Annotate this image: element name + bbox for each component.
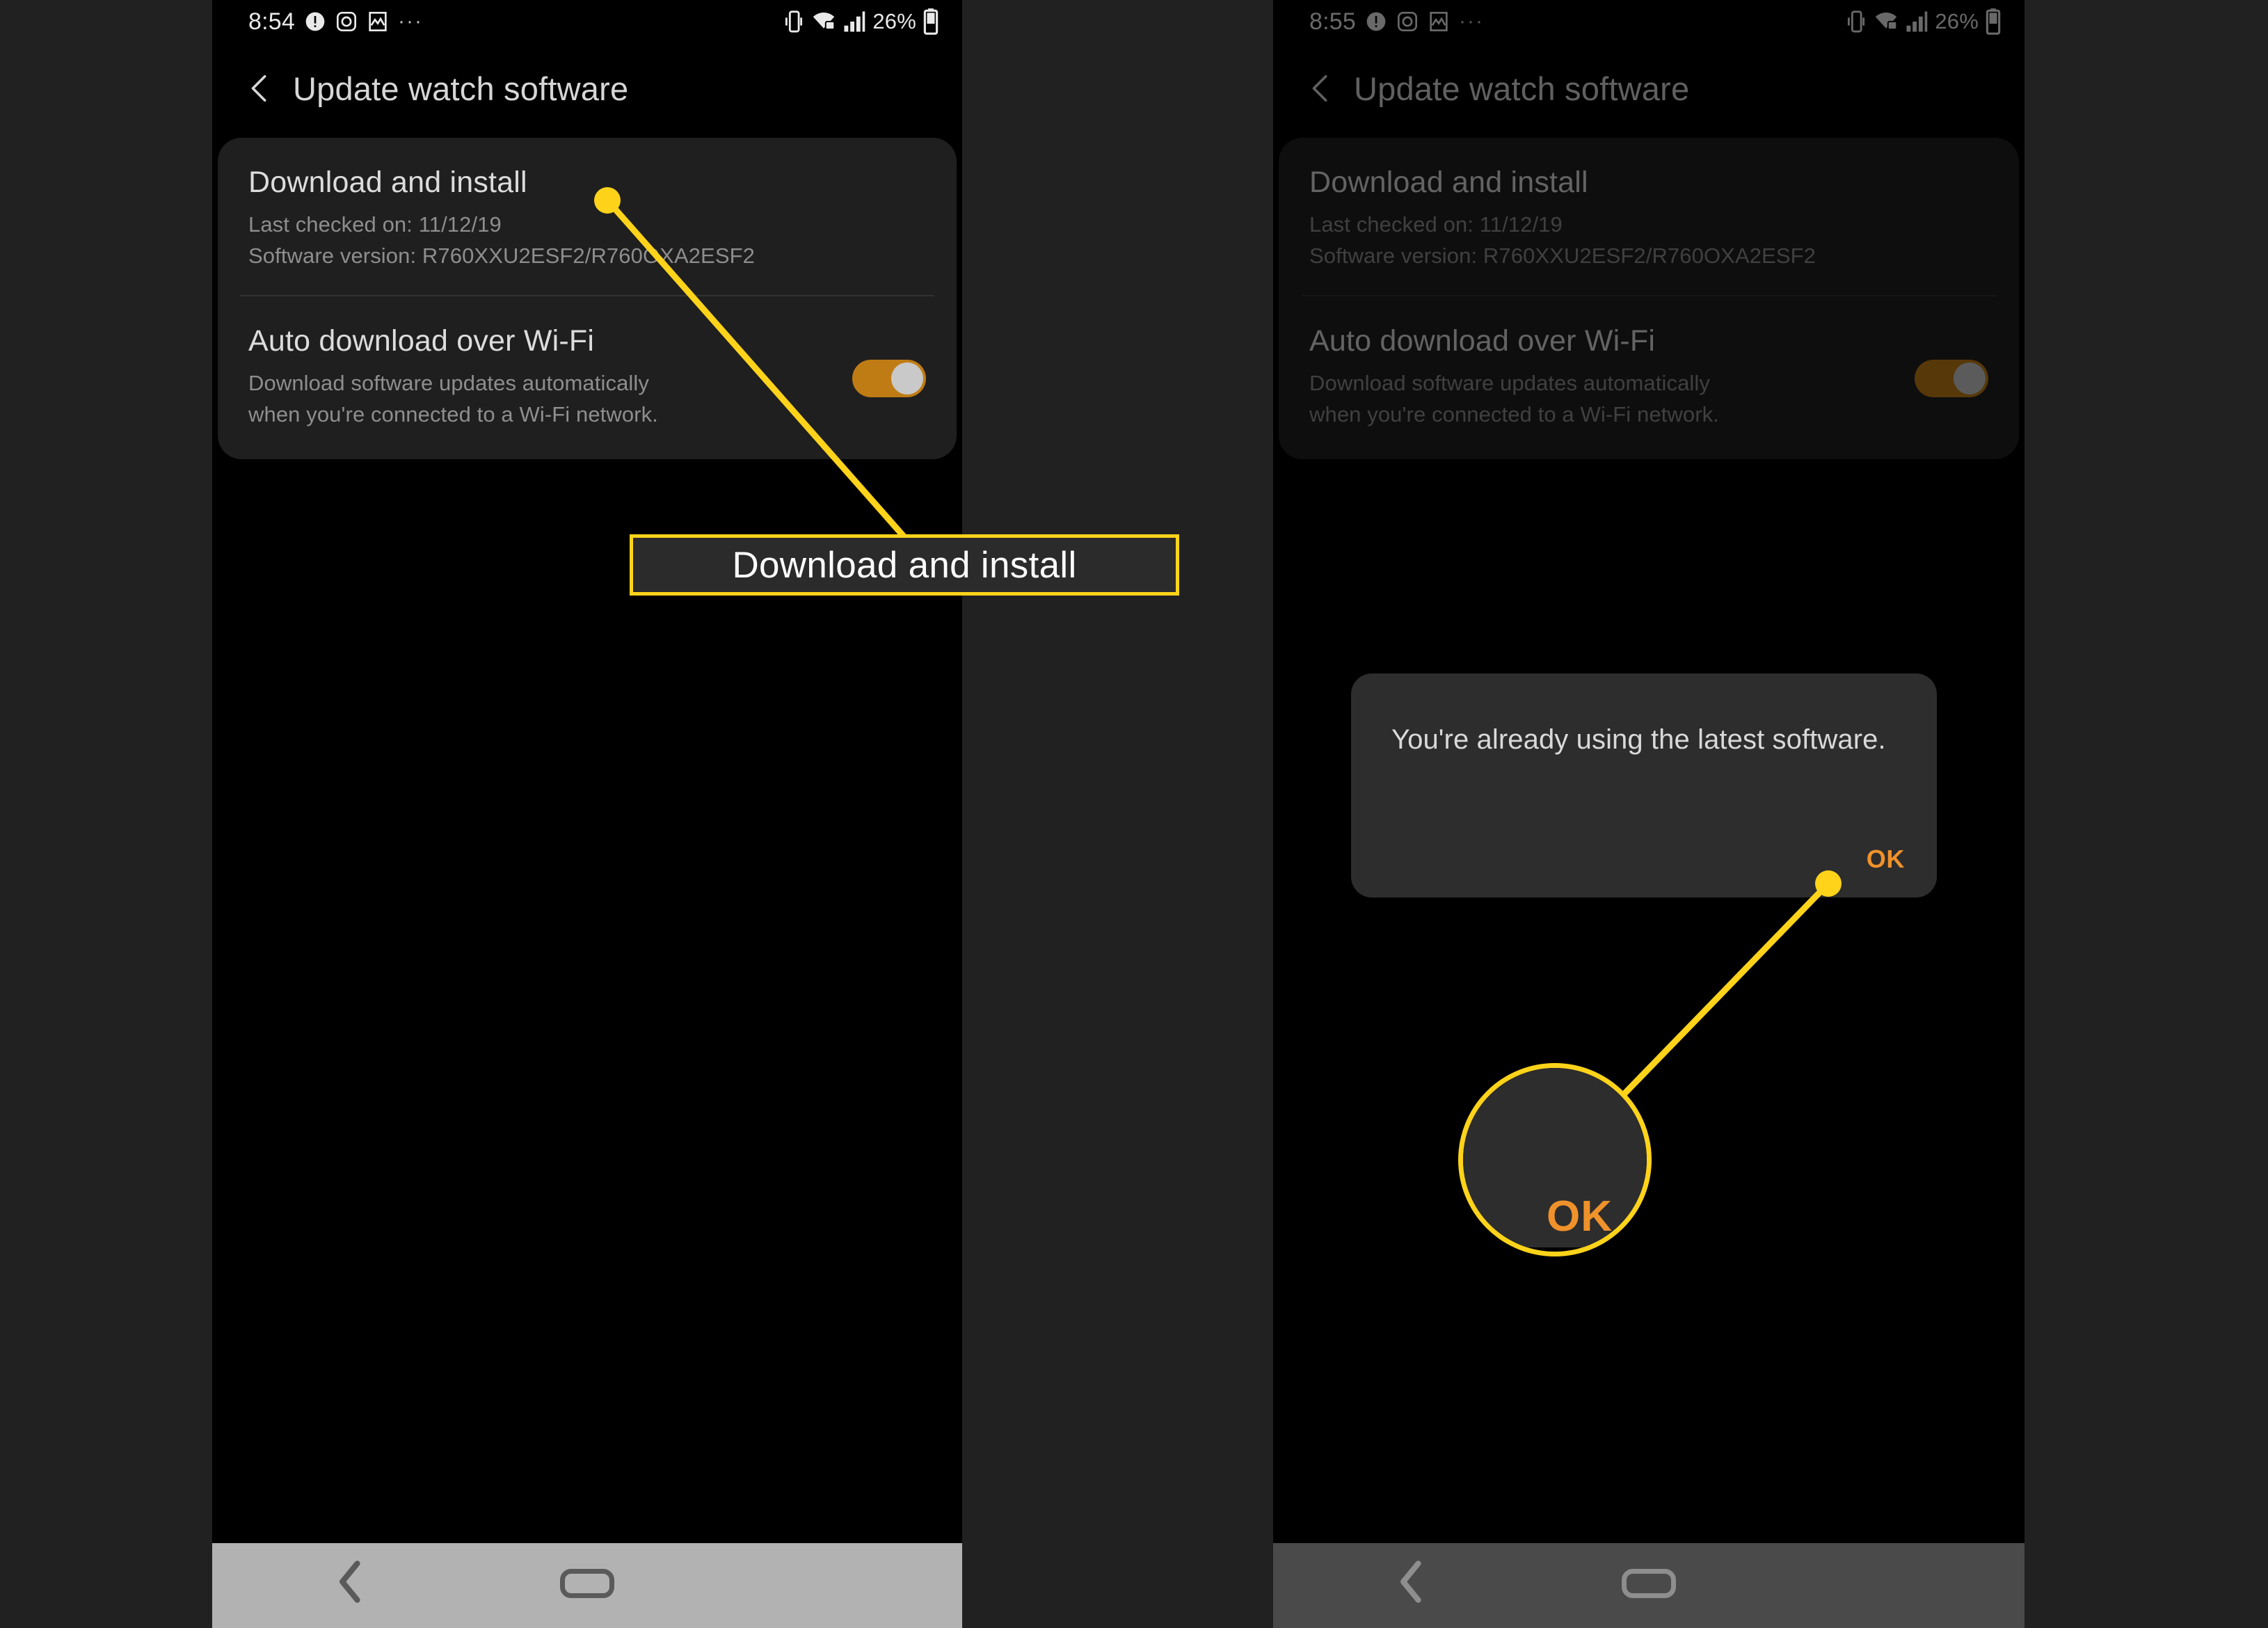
software-version-text: Software version: R760XXU2ESF2/R760OXA2E… [248,243,755,268]
settings-card: Download and install Last checked on: 11… [218,138,957,460]
signal-bars-icon [843,10,865,33]
nav-back-icon[interactable] [1396,1561,1428,1607]
auto-download-desc-line2: when you're connected to a Wi-Fi network… [248,401,658,426]
auto-download-desc-line1: Download software updates automatically [248,370,649,395]
callout-label-text: Download and install [732,544,1077,586]
status-bar-right: 26% [783,8,939,35]
app-bar: Update watch software [212,43,962,134]
status-overflow-icon: ··· [397,10,423,33]
warning-circle-icon [304,10,326,33]
screenshot-stage: 8:54 ··· 26% Update watch software Downl… [0,0,2268,1628]
dialog-ok-button[interactable]: OK [1867,845,1905,874]
magnifier-callout-ok: OK [1458,1063,1652,1256]
latest-software-dialog: You're already using the latest software… [1351,673,1937,897]
status-time: 8:54 [248,8,295,35]
row-title: Auto download over Wi-Fi [248,324,595,358]
auto-download-wifi-row[interactable]: Auto download over Wi-Fi Download softwa… [218,296,957,459]
right-phone-screen: 8:55 ··· [1273,0,2025,1628]
callout-label-download-and-install: Download and install [630,534,1179,596]
left-phone-screenshot: 8:54 ··· 26% Update watch software Downl… [212,0,962,1628]
page-title: Update watch software [293,70,629,107]
left-phone-screen: 8:54 ··· 26% Update watch software Downl… [212,0,962,1628]
system-nav-bar [212,1539,962,1628]
dialog-message: You're already using the latest software… [1391,724,1886,755]
row-title: Download and install [248,166,527,199]
camera-icon [335,10,358,33]
wifi-secure-icon [811,10,836,33]
image-icon [367,10,389,33]
nav-home-icon[interactable] [1622,1569,1676,1598]
magnifier-ok-label: OK [1547,1192,1613,1240]
battery-percent: 26% [872,9,916,33]
nav-bar-top-edge [1273,1539,2025,1543]
nav-home-icon[interactable] [560,1569,614,1598]
right-phone-screenshot: 8:55 ··· [1273,0,2025,1628]
battery-icon [923,8,939,35]
vibrate-icon [783,10,804,33]
nav-bar-top-edge [212,1539,962,1543]
status-bar-left: 8:54 ··· [248,8,423,35]
toggle-knob [891,362,923,395]
last-checked-text: Last checked on: 11/12/19 [248,212,502,237]
system-nav-bar [1273,1539,2025,1628]
back-chevron-icon[interactable] [239,67,282,110]
nav-back-icon[interactable] [335,1561,367,1607]
status-bar: 8:54 ··· 26% [212,0,962,43]
download-and-install-row[interactable]: Download and install Last checked on: 11… [218,138,957,295]
auto-download-toggle[interactable] [852,360,926,398]
